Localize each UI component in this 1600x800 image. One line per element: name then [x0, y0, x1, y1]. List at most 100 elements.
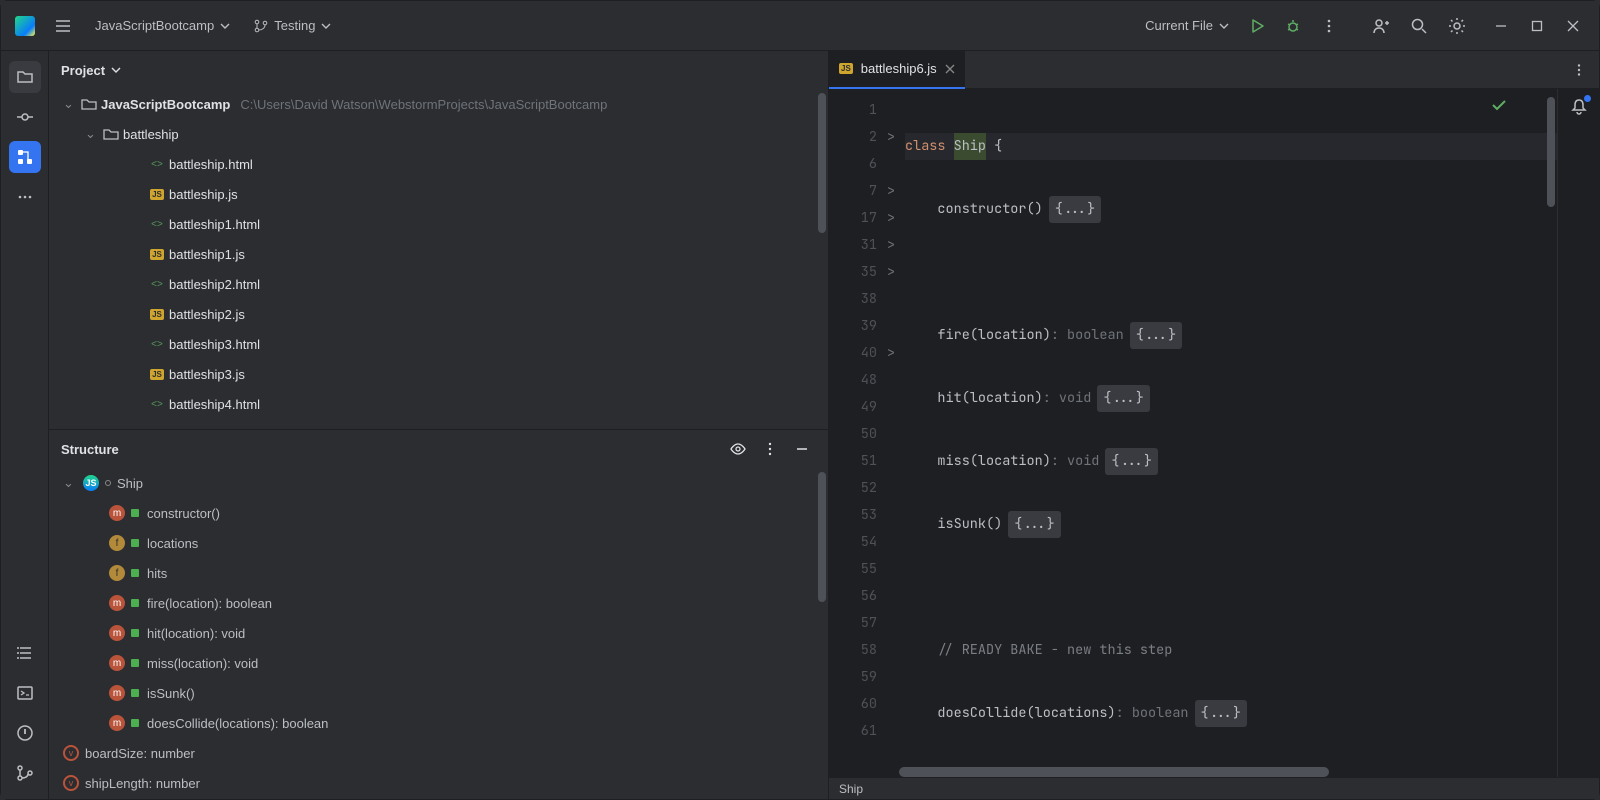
line-number[interactable]: 40: [829, 340, 883, 367]
code-content[interactable]: class Ship { constructor(){...} fire(loc…: [899, 89, 1557, 777]
fold-marker[interactable]: >: [883, 178, 899, 205]
line-number[interactable]: 60: [829, 691, 883, 718]
maximize-button[interactable]: [1519, 8, 1555, 44]
folder-row[interactable]: ⌄ battleship: [49, 119, 828, 149]
line-number[interactable]: 57: [829, 610, 883, 637]
breadcrumb-bar[interactable]: Ship: [829, 777, 1599, 799]
structure-member-row[interactable]: mhit(location): void: [49, 618, 828, 648]
line-number[interactable]: 52: [829, 475, 883, 502]
more-tools-button[interactable]: [9, 181, 41, 213]
chevron-down-icon: ⌄: [85, 126, 99, 142]
line-number[interactable]: 39: [829, 313, 883, 340]
project-dropdown[interactable]: JavaScriptBootcamp: [85, 12, 240, 39]
commit-tool-button[interactable]: [9, 101, 41, 133]
line-number[interactable]: 35: [829, 259, 883, 286]
file-row[interactable]: JSbattleship1.js: [49, 239, 828, 269]
line-number[interactable]: 1: [829, 97, 883, 124]
vcs-tool-button[interactable]: [9, 757, 41, 789]
settings-button[interactable]: [1439, 8, 1475, 44]
code-with-me-button[interactable]: [1363, 8, 1399, 44]
terminal-tool-button[interactable]: [9, 677, 41, 709]
editor-vscrollbar[interactable]: [1547, 97, 1555, 207]
structure-global-row[interactable]: vboardSize: number: [49, 738, 828, 768]
line-number[interactable]: 53: [829, 502, 883, 529]
todo-tool-button[interactable]: [9, 637, 41, 669]
search-button[interactable]: [1401, 8, 1437, 44]
structure-tree[interactable]: ⌄ JS Ship mconstructor()flocationsfhitsm…: [49, 468, 828, 799]
project-panel-title[interactable]: Project: [61, 63, 105, 78]
line-number[interactable]: 61: [829, 718, 883, 745]
line-number[interactable]: 51: [829, 448, 883, 475]
code-editor[interactable]: 1267173135383940484950515253545556575859…: [829, 89, 1557, 777]
file-row[interactable]: <>battleship.html: [49, 149, 828, 179]
close-tab-button[interactable]: [945, 64, 955, 74]
line-number[interactable]: 58: [829, 637, 883, 664]
line-number[interactable]: 50: [829, 421, 883, 448]
fold-column[interactable]: >>>>>>: [883, 89, 899, 777]
branch-dropdown[interactable]: Testing: [244, 12, 341, 39]
fold-marker[interactable]: >: [883, 259, 899, 286]
line-number[interactable]: 49: [829, 394, 883, 421]
structure-member-row[interactable]: mdoesCollide(locations): boolean: [49, 708, 828, 738]
file-row[interactable]: JSbattleship.js: [49, 179, 828, 209]
structure-scrollbar[interactable]: [818, 472, 826, 602]
structure-member-row[interactable]: flocations: [49, 528, 828, 558]
structure-global-row[interactable]: vshipLength: number: [49, 768, 828, 798]
inspection-ok-icon[interactable]: [1491, 97, 1507, 113]
fold-marker[interactable]: >: [883, 205, 899, 232]
minimize-button[interactable]: [1483, 8, 1519, 44]
fold-marker[interactable]: >: [883, 340, 899, 367]
line-number[interactable]: 59: [829, 664, 883, 691]
file-row[interactable]: JSbattleship2.js: [49, 299, 828, 329]
breadcrumb-item[interactable]: Ship: [839, 782, 863, 796]
line-number[interactable]: 7: [829, 178, 883, 205]
more-run-button[interactable]: [1311, 8, 1347, 44]
file-row[interactable]: <>battleship2.html: [49, 269, 828, 299]
project-tree[interactable]: ⌄ JavaScriptBootcamp C:\Users\David Wats…: [49, 89, 828, 429]
structure-member-row[interactable]: mfire(location): boolean: [49, 588, 828, 618]
line-number[interactable]: 2: [829, 124, 883, 151]
structure-member-row[interactable]: fhits: [49, 558, 828, 588]
problems-tool-button[interactable]: [9, 717, 41, 749]
list-icon: [16, 644, 34, 662]
editor-hscroll-track[interactable]: [883, 767, 1557, 777]
file-row[interactable]: <>battleship1.html: [49, 209, 828, 239]
structure-member-row[interactable]: misSunk(): [49, 678, 828, 708]
file-row[interactable]: JSbattleship3.js: [49, 359, 828, 389]
hamburger-icon: [54, 17, 72, 35]
structure-class-row[interactable]: ⌄ JS Ship: [49, 468, 828, 498]
line-number[interactable]: 55: [829, 556, 883, 583]
fold-marker[interactable]: >: [883, 232, 899, 259]
notifications-button[interactable]: [1565, 93, 1593, 121]
editor-gutter[interactable]: 1267173135383940484950515253545556575859…: [829, 89, 883, 777]
hamburger-menu-button[interactable]: [45, 8, 81, 44]
file-row[interactable]: <>battleship4.html: [49, 389, 828, 419]
structure-tool-button[interactable]: [9, 141, 41, 173]
editor-hscrollbar[interactable]: [899, 767, 1329, 777]
structure-hide-button[interactable]: [788, 435, 816, 463]
editor-tab[interactable]: JS battleship6.js: [829, 51, 965, 89]
line-number[interactable]: 6: [829, 151, 883, 178]
fold-marker[interactable]: >: [883, 124, 899, 151]
structure-member-row[interactable]: mconstructor(): [49, 498, 828, 528]
structure-view-button[interactable]: [724, 435, 752, 463]
line-number[interactable]: 56: [829, 583, 883, 610]
close-window-button[interactable]: [1555, 8, 1591, 44]
line-number[interactable]: 38: [829, 286, 883, 313]
line-number[interactable]: 31: [829, 232, 883, 259]
line-number[interactable]: 17: [829, 205, 883, 232]
run-button[interactable]: [1239, 8, 1275, 44]
more-icon: [16, 188, 34, 206]
line-number[interactable]: 54: [829, 529, 883, 556]
project-root-row[interactable]: ⌄ JavaScriptBootcamp C:\Users\David Wats…: [49, 89, 828, 119]
project-tool-button[interactable]: [9, 61, 41, 93]
file-row[interactable]: <>battleship3.html: [49, 329, 828, 359]
editor-more-button[interactable]: [1565, 56, 1593, 84]
structure-member-row[interactable]: mmiss(location): void: [49, 648, 828, 678]
chevron-down-icon: [220, 21, 230, 31]
structure-more-button[interactable]: [756, 435, 784, 463]
line-number[interactable]: 48: [829, 367, 883, 394]
project-scrollbar[interactable]: [818, 93, 826, 233]
debug-button[interactable]: [1275, 8, 1311, 44]
run-config-dropdown[interactable]: Current File: [1135, 12, 1239, 39]
